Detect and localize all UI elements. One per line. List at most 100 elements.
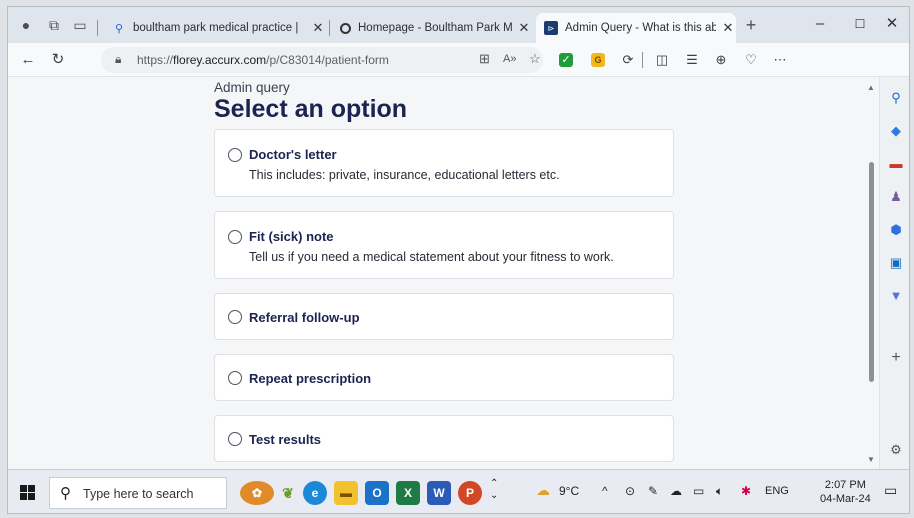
tab-separator <box>329 20 330 36</box>
language-indicator[interactable]: ENG <box>765 485 789 497</box>
collections-icon[interactable]: ⊕ <box>711 51 731 69</box>
option-description: This includes: private, insurance, educa… <box>249 168 560 182</box>
weather-icon: ☁ <box>536 482 550 498</box>
browser-essentials-icon[interactable]: ♡ <box>741 51 761 69</box>
vertical-scrollbar[interactable]: ▲ ▼ <box>863 77 879 469</box>
lock-icon[interactable]: 🔒︎ <box>115 52 121 67</box>
add-sidebar-app-icon[interactable]: + <box>887 349 905 367</box>
toolbar-separator <box>642 52 643 68</box>
taskbar-clock[interactable]: 2:07 PM 04-Mar-24 <box>820 478 871 506</box>
word-icon[interactable]: W <box>427 481 451 505</box>
edge-sidebar: ⚲ ◆ ▬ ♟ ⬢ ▣ ▼ + ⚙ <box>879 77 909 469</box>
powerpoint-icon[interactable]: P <box>458 481 482 505</box>
address-bar[interactable]: 🔒︎ https://florey.accurx.com/p/C83014/pa… <box>101 47 543 73</box>
search-icon[interactable]: ⚲ <box>887 89 905 107</box>
edge-browser-icon[interactable]: e <box>303 481 327 505</box>
tab-strip: ● ⧉ ▭ ⚲ boultham park medical practice |… <box>8 7 909 43</box>
scrollbar-thumb[interactable] <box>869 162 874 382</box>
url-path: /p/C83014/patient-form <box>266 53 389 67</box>
tab-label: Homepage - Boultham Park Med <box>358 22 512 34</box>
onedrive-icon[interactable]: ⊙ <box>625 484 635 498</box>
weather-temperature[interactable]: 9°C <box>559 484 579 498</box>
close-icon[interactable]: ✕ <box>720 20 736 36</box>
option-test-results[interactable]: Test results <box>214 415 674 462</box>
clock-date: 04-Mar-24 <box>820 493 871 505</box>
option-fit-note[interactable]: Fit (sick) note Tell us if you need a me… <box>214 211 674 279</box>
accurx-icon: ⊳ <box>544 21 558 35</box>
tab-homepage[interactable]: Homepage - Boultham Park Med ✕ <box>334 13 532 43</box>
url-domain: florey.accurx.com <box>173 53 267 67</box>
bouquet-icon[interactable]: ❦ <box>276 481 300 505</box>
chevron-up-down-icon[interactable]: ⌃ ⌄ <box>490 478 498 502</box>
radio-button[interactable] <box>228 148 242 162</box>
back-icon[interactable]: ← <box>18 51 38 69</box>
extensions-puzzle-icon[interactable]: ⟳ <box>618 51 638 69</box>
read-aloud-icon[interactable]: A» <box>503 53 516 65</box>
scroll-up-arrow-icon[interactable]: ▲ <box>867 83 875 92</box>
tab-label: Admin Query - What is this abou <box>565 22 716 34</box>
refresh-icon[interactable]: ↻ <box>48 51 68 69</box>
checkmark-extension-icon[interactable]: ✓ <box>559 53 573 67</box>
radio-button[interactable] <box>228 230 242 244</box>
volume-icon[interactable]: 🔈︎ <box>716 484 723 499</box>
search-icon: ⚲ <box>114 22 124 35</box>
microsoft365-icon[interactable]: ⬢ <box>887 221 905 239</box>
minimize-icon[interactable]: – <box>798 13 842 35</box>
option-title: Test results <box>249 432 322 447</box>
search-icon: ⚲ <box>60 485 71 502</box>
excel-icon[interactable]: X <box>396 481 420 505</box>
outlook-icon[interactable]: ▣ <box>887 254 905 272</box>
option-description: Tell us if you need a medical statement … <box>249 250 614 264</box>
option-title: Doctor's letter <box>249 147 337 162</box>
new-tab-icon[interactable]: + <box>741 16 761 34</box>
option-doctors-letter[interactable]: Doctor's letter This includes: private, … <box>214 129 674 197</box>
workspaces-icon[interactable]: ⧉ <box>44 16 64 34</box>
split-screen-icon[interactable]: ◫ <box>652 51 672 69</box>
taskbar-search-box[interactable]: ⚲ Type here to search <box>49 477 227 509</box>
teams-icon[interactable]: ✱ <box>741 484 751 498</box>
clock-time: 2:07 PM <box>824 479 866 491</box>
games-icon[interactable]: ♟ <box>887 188 905 206</box>
app-available-icon[interactable]: ⊞ <box>479 51 490 67</box>
profile-icon[interactable]: ● <box>16 16 36 34</box>
tab-admin-query[interactable]: ⊳ Admin Query - What is this abou ✕ <box>536 13 736 43</box>
outlook-taskbar-icon[interactable]: O <box>365 481 389 505</box>
search-highlight-icon[interactable]: ✿ <box>240 481 274 505</box>
windows-start-icon[interactable] <box>20 485 35 500</box>
show-hidden-icons-icon[interactable]: ^ <box>602 484 608 498</box>
search-placeholder: Type here to search <box>83 487 194 501</box>
network-icon[interactable]: ▭ <box>693 484 704 498</box>
settings-gear-icon[interactable]: ⚙ <box>887 441 905 459</box>
radio-button[interactable] <box>228 310 242 324</box>
scroll-down-arrow-icon[interactable]: ▼ <box>867 455 875 464</box>
close-window-icon[interactable]: ✕ <box>874 13 909 35</box>
tab-separator <box>97 20 98 36</box>
breadcrumb: Admin query <box>214 80 290 95</box>
address-url[interactable]: https://florey.accurx.com/p/C83014/patie… <box>137 53 389 67</box>
radio-button[interactable] <box>228 432 242 446</box>
pen-icon[interactable]: ✎ <box>648 484 658 498</box>
option-referral-follow-up[interactable]: Referral follow-up <box>214 293 674 340</box>
cloud-icon[interactable]: ☁ <box>670 484 682 498</box>
close-icon[interactable]: ✕ <box>310 20 326 36</box>
tab-actions-icon[interactable]: ▭ <box>70 16 90 34</box>
close-icon[interactable]: ✕ <box>516 20 532 36</box>
option-repeat-prescription[interactable]: Repeat prescription <box>214 354 674 401</box>
favorite-star-icon[interactable]: ☆ <box>529 51 541 67</box>
radio-button[interactable] <box>228 371 242 385</box>
more-menu-icon[interactable]: ⋯ <box>770 51 790 69</box>
favorites-icon[interactable]: ☰ <box>682 51 702 69</box>
windows-taskbar: ⚲ Type here to search ✿ ❦ e ▬ O X W P ⌃ ⌄… <box>8 469 909 513</box>
loading-circle-icon <box>340 22 351 34</box>
tools-briefcase-icon[interactable]: ▬ <box>887 155 905 173</box>
drop-icon[interactable]: ▼ <box>887 287 905 305</box>
extension-icon[interactable]: G <box>591 53 605 67</box>
navigation-bar: ← ↻ 🔒︎ https://florey.accurx.com/p/C8301… <box>8 43 909 102</box>
page-title: Select an option <box>214 95 408 123</box>
file-explorer-icon[interactable]: ▬ <box>334 481 358 505</box>
notifications-icon[interactable]: ▭ <box>884 482 897 499</box>
tab-label: boultham park medical practice | <box>133 22 299 34</box>
tab-search[interactable]: ⚲ boultham park medical practice | ✕ <box>106 13 326 43</box>
shopping-tag-icon[interactable]: ◆ <box>887 122 905 140</box>
option-title: Fit (sick) note <box>249 229 334 244</box>
